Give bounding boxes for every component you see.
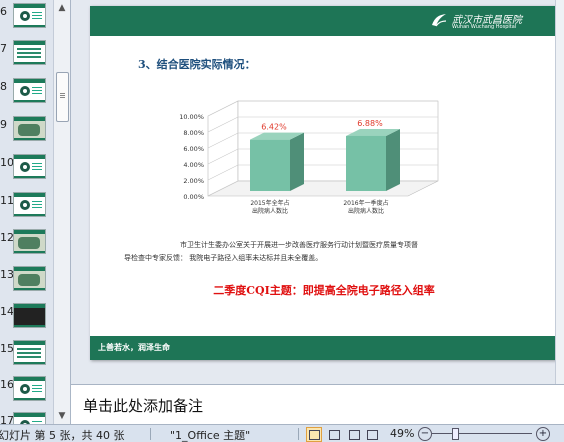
zoom-slider-handle[interactable] (452, 428, 459, 440)
status-bar: 幻灯片 第 5 张，共 40 张 "1_Office 主题" 49% − + (0, 424, 564, 442)
thumbnail-number: 10 (0, 156, 14, 169)
y-tick-label: 8.00% (183, 129, 204, 137)
y-tick-label: 4.00% (183, 161, 204, 169)
bar (346, 135, 386, 191)
slide-sorter-icon (329, 430, 340, 440)
slide-thumbnail[interactable]: 6 (0, 3, 56, 37)
slide-count-text: 幻灯片 第 5 张，共 40 张 (0, 429, 125, 442)
slideshow-button[interactable] (364, 427, 380, 442)
hospital-logo-icon (432, 14, 447, 27)
data-label: 6.88% (357, 119, 383, 128)
thumbnail-preview (13, 229, 46, 254)
thumbnail-preview (13, 3, 46, 28)
slide-thumbnail[interactable]: 14 (0, 303, 56, 337)
slide-thumbnail[interactable]: 9 (0, 116, 56, 150)
thumbnail-number: 6 (0, 5, 7, 18)
zoom-out-button[interactable]: − (418, 427, 432, 441)
slide-thumbnail[interactable]: 11 (0, 192, 56, 226)
slide-footer-band: 上善若水，润泽生命 (90, 336, 558, 360)
thumbnail-scrollbar[interactable]: ▲ ▼ (53, 0, 70, 424)
slide-thumbnail[interactable]: 8 (0, 78, 56, 112)
status-divider (150, 428, 151, 440)
slide-scrollbar[interactable] (555, 0, 564, 384)
grip-icon (60, 93, 65, 94)
thumbnail-number: 8 (0, 80, 7, 93)
slide-thumbnail[interactable]: 10 (0, 154, 56, 188)
data-label: 6.42% (261, 123, 287, 132)
slide-thumbnail[interactable]: 17 (0, 412, 56, 424)
slide-title[interactable]: 3、结合医院实际情况： (138, 56, 256, 72)
thumbnail-preview (13, 154, 46, 179)
thumbnail-preview (13, 40, 46, 65)
description-line-1: 市卫生计生委办公室关于开展进一步改善医疗服务行动计划暨医疗质量专项督 (180, 241, 418, 249)
bar (250, 139, 290, 191)
thumbnail-preview (13, 376, 46, 401)
y-tick-label: 6.00% (183, 145, 204, 153)
thumbnail-preview (13, 116, 46, 141)
chart-side-wall (207, 100, 239, 197)
status-divider (298, 428, 299, 440)
thumbnail-number: 14 (0, 305, 14, 318)
bar-side (290, 132, 304, 191)
thumbnail-number: 16 (0, 378, 14, 391)
y-tick-label: 0.00% (183, 193, 204, 201)
y-tick-label: 10.00% (179, 113, 204, 121)
powerpoint-window: 6 7 8 9 10 11 12 13 14 15 16 17 ▲ ▼ 武汉市武昌医院 Wuhan W… (0, 0, 564, 442)
thumbnail-preview (13, 412, 46, 424)
description-text[interactable]: 市卫生计生委办公室关于开展进一步改善医疗服务行动计划暨医疗质量专项督 导检查中专… (124, 239, 534, 265)
scrollbar-thumb[interactable] (56, 72, 69, 122)
slideshow-icon (367, 430, 378, 440)
slide-thumbnail[interactable]: 16 (0, 376, 56, 410)
thumbnail-number: 7 (0, 42, 7, 55)
slide-canvas[interactable]: 武汉市武昌医院 Wuhan Wuchang Hospital 3、结合医院实际情… (90, 6, 558, 360)
slide-thumbnail[interactable]: 12 (0, 229, 56, 263)
scroll-up-arrow-icon[interactable]: ▲ (54, 0, 70, 16)
x-category-label: 2015年全年占 (250, 199, 289, 207)
x-category-label: 出院病人数比 (348, 207, 384, 215)
thumbnail-preview (13, 266, 46, 291)
slide-sorter-button[interactable] (326, 427, 342, 442)
thumbnail-preview (13, 78, 46, 103)
notes-pane[interactable]: 单击此处添加备注 (71, 384, 564, 425)
slide-edit-area[interactable]: 武汉市武昌医院 Wuhan Wuchang Hospital 3、结合医院实际情… (71, 0, 564, 384)
logo-english-text: Wuhan Wuchang Hospital (452, 24, 517, 30)
bar-side (386, 128, 400, 191)
thumbnail-preview (13, 303, 46, 328)
thumbnail-preview (13, 192, 46, 217)
bar-chart[interactable]: 0.00% 2.00% 4.00% 6.00% 8.00% 10.00% 6.42% 2015… (158, 89, 488, 229)
zoom-in-button[interactable]: + (536, 427, 550, 441)
reading-view-button[interactable] (346, 427, 362, 442)
x-category-label: 出院病人数比 (252, 207, 288, 215)
thumbnail-preview (13, 340, 46, 365)
thumbnail-number: 15 (0, 342, 14, 355)
slide-thumbnail[interactable]: 15 (0, 340, 56, 374)
slide-thumbnail[interactable]: 13 (0, 266, 56, 300)
thumbnail-number: 9 (0, 118, 7, 131)
thumbnail-number: 17 (0, 414, 14, 424)
hospital-logo: 武汉市武昌医院 Wuhan Wuchang Hospital (430, 9, 550, 33)
zoom-level[interactable]: 49% (390, 427, 414, 440)
notes-placeholder: 单击此处添加备注 (83, 397, 204, 415)
slide-header-band: 武汉市武昌医院 Wuhan Wuchang Hospital (90, 6, 558, 36)
slide-thumbnail[interactable]: 7 (0, 40, 56, 74)
thumbnail-number: 13 (0, 268, 14, 281)
theme-name-text[interactable]: "1_Office 主题" (170, 427, 250, 442)
zoom-slider-track[interactable] (432, 433, 532, 434)
normal-view-icon (309, 430, 320, 440)
normal-view-button[interactable] (306, 427, 322, 442)
thumbnail-number: 11 (0, 194, 14, 207)
thumbnail-number: 12 (0, 231, 14, 244)
cqi-theme-text[interactable]: 二季度CQI主题：即提高全院电子路径入组率 (90, 282, 558, 298)
description-line-2: 导检查中专家反馈： 我院电子路径入组率未达标并且未全覆盖。 (124, 254, 323, 262)
chart-floor (207, 180, 439, 197)
x-category-label: 2016年一季度占 (343, 199, 388, 207)
footer-slogan: 上善若水，润泽生命 (98, 342, 170, 352)
scroll-down-arrow-icon[interactable]: ▼ (54, 408, 70, 424)
reading-view-icon (349, 430, 360, 440)
y-tick-label: 2.00% (183, 177, 204, 185)
